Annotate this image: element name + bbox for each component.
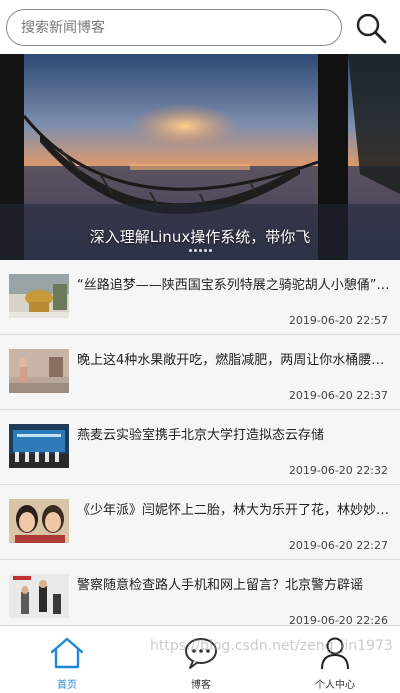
carousel-indicator[interactable]	[0, 247, 400, 254]
news-time: 2019-06-20 22:57	[288, 314, 388, 327]
news-list-item[interactable]: 《少年派》闫妮怀上二胎，林大为乐开了花，林妙妙… 2019-06-20 22:2…	[0, 485, 400, 560]
news-thumbnail	[9, 349, 69, 393]
chat-bubble-icon	[185, 638, 217, 669]
tab-profile[interactable]: 个人中心	[268, 626, 400, 693]
bottom-tab-bar: 首页 博客 个人中心	[0, 625, 400, 693]
news-title[interactable]: 警察随意检查路人手机和网上留言？北京警方辟谣	[77, 574, 393, 593]
carousel-dot[interactable]	[188, 249, 192, 252]
search-input[interactable]	[6, 9, 342, 46]
news-title[interactable]: 《少年派》闫妮怀上二胎，林大为乐开了花，林妙妙…	[77, 499, 393, 518]
news-title[interactable]: 晚上这4种水果敞开吃，燃脂减肥，两周让你水桶腰…	[77, 349, 393, 368]
carousel-dot[interactable]	[193, 249, 197, 252]
news-thumbnail	[9, 274, 69, 318]
news-title[interactable]: “丝路追梦——陕西国宝系列特展之骑驼胡人小憩俑”开…	[77, 274, 393, 293]
news-thumbnail	[9, 574, 69, 618]
news-list-item[interactable]: “丝路追梦——陕西国宝系列特展之骑驼胡人小憩俑”开… 2019-06-20 22…	[0, 260, 400, 335]
news-list[interactable]: “丝路追梦——陕西国宝系列特展之骑驼胡人小憩俑”开… 2019-06-20 22…	[0, 260, 400, 625]
news-time: 2019-06-20 22:32	[288, 464, 388, 477]
tab-blog-label: 博客	[191, 680, 211, 691]
carousel-dot[interactable]	[208, 249, 212, 252]
search-bar	[0, 0, 400, 54]
news-time: 2019-06-20 22:26	[288, 614, 388, 625]
tab-blog[interactable]: 博客	[134, 626, 268, 693]
carousel-dot[interactable]	[198, 249, 202, 252]
news-list-item[interactable]: 警察随意检查路人手机和网上留言？北京警方辟谣 2019-06-20 22:26	[0, 560, 400, 625]
news-time: 2019-06-20 22:27	[288, 539, 388, 552]
search-button[interactable]	[354, 11, 388, 45]
tab-profile-label: 个人中心	[315, 680, 355, 691]
news-thumbnail	[9, 499, 69, 543]
user-icon	[321, 637, 349, 670]
banner-carousel[interactable]: 深入理解Linux操作系统，带你飞	[0, 54, 400, 260]
news-list-item[interactable]: 燕麦云实验室携手北京大学打造拟态云存储 2019-06-20 22:32	[0, 410, 400, 485]
tab-home[interactable]: 首页	[0, 626, 134, 693]
carousel-dot[interactable]	[203, 249, 207, 252]
banner-caption: 深入理解Linux操作系统，带你飞	[89, 228, 311, 246]
news-thumbnail	[9, 424, 69, 468]
news-title[interactable]: 燕麦云实验室携手北京大学打造拟态云存储	[77, 424, 393, 443]
news-list-item[interactable]: 晚上这4种水果敞开吃，燃脂减肥，两周让你水桶腰… 2019-06-20 22:3…	[0, 335, 400, 410]
tab-home-label: 首页	[57, 680, 77, 691]
search-icon	[356, 13, 387, 44]
home-icon	[50, 637, 84, 669]
news-time: 2019-06-20 22:37	[288, 389, 388, 402]
